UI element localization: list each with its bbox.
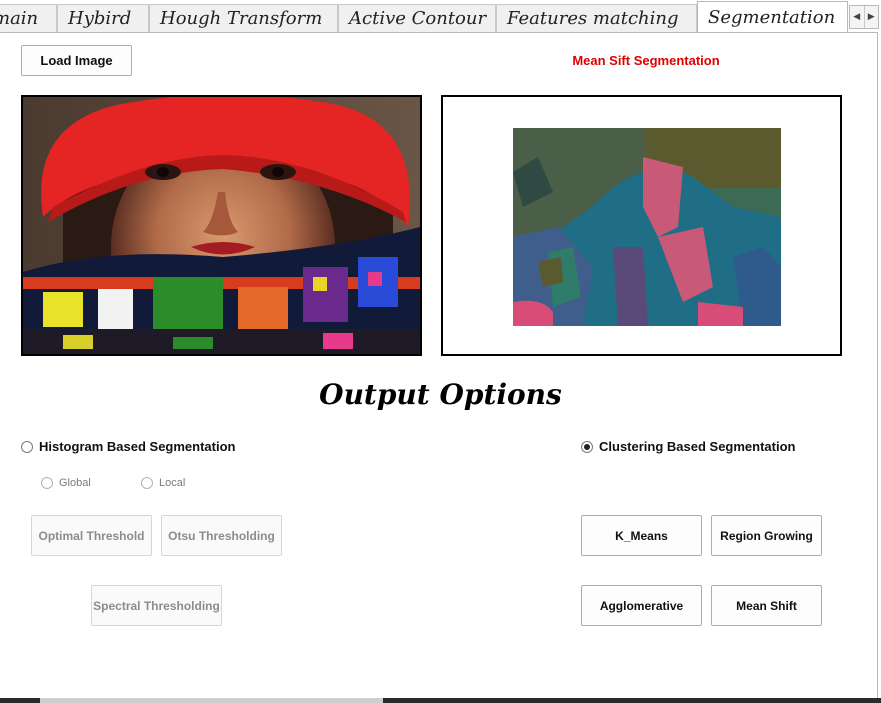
global-radio[interactable]: Global xyxy=(41,477,91,489)
output-title: Mean Sift Segmentation xyxy=(572,53,720,68)
k-means-button[interactable]: K_Means xyxy=(581,515,702,556)
histogram-segmentation-radio[interactable]: Histogram Based Segmentation xyxy=(21,439,236,454)
output-options-heading: Output Options xyxy=(319,378,562,411)
spectral-thresholding-button[interactable]: Spectral Thresholding xyxy=(91,585,222,626)
region-growing-button[interactable]: Region Growing xyxy=(711,515,822,556)
tab-hybird[interactable]: Hybird xyxy=(57,4,149,32)
output-image xyxy=(513,128,781,326)
radio-circle-icon[interactable] xyxy=(141,477,153,489)
tab-main[interactable]: main xyxy=(0,4,57,32)
otsu-thresholding-button[interactable]: Otsu Thresholding xyxy=(161,515,282,556)
radio-checked-icon[interactable] xyxy=(581,440,593,453)
input-image-frame xyxy=(21,95,422,356)
tab-scroll-buttons: ◀ ▶ xyxy=(849,5,879,29)
local-label: Local xyxy=(159,477,186,489)
tab-segmentation[interactable]: Segmentation xyxy=(697,1,848,33)
input-image xyxy=(23,97,420,354)
tab-scroll-right-icon[interactable]: ▶ xyxy=(863,6,879,28)
clustering-segmentation-radio[interactable]: Clustering Based Segmentation xyxy=(581,439,795,454)
mean-shift-button[interactable]: Mean Shift xyxy=(711,585,822,626)
scrollbar-thumb[interactable] xyxy=(40,698,383,703)
tab-hough-transform[interactable]: Hough Transform xyxy=(149,4,338,32)
radio-circle-icon[interactable] xyxy=(41,477,53,489)
global-label: Global xyxy=(59,477,91,489)
tab-scroll-left-icon[interactable]: ◀ xyxy=(850,6,864,28)
tab-strip: main Hybird Hough Transform Active Conto… xyxy=(0,0,881,33)
clustering-segmentation-label: Clustering Based Segmentation xyxy=(599,439,796,454)
output-image-frame xyxy=(441,95,842,356)
load-image-button[interactable]: Load Image xyxy=(21,45,132,76)
tab-active-contour[interactable]: Active Contour xyxy=(338,4,496,32)
tab-features-matching[interactable]: Features matching xyxy=(496,4,697,32)
radio-circle-icon[interactable] xyxy=(21,440,33,453)
optimal-threshold-button[interactable]: Optimal Threshold xyxy=(31,515,152,556)
agglomerative-button[interactable]: Agglomerative xyxy=(581,585,702,626)
histogram-segmentation-label: Histogram Based Segmentation xyxy=(39,439,236,454)
local-radio[interactable]: Local xyxy=(141,477,185,489)
